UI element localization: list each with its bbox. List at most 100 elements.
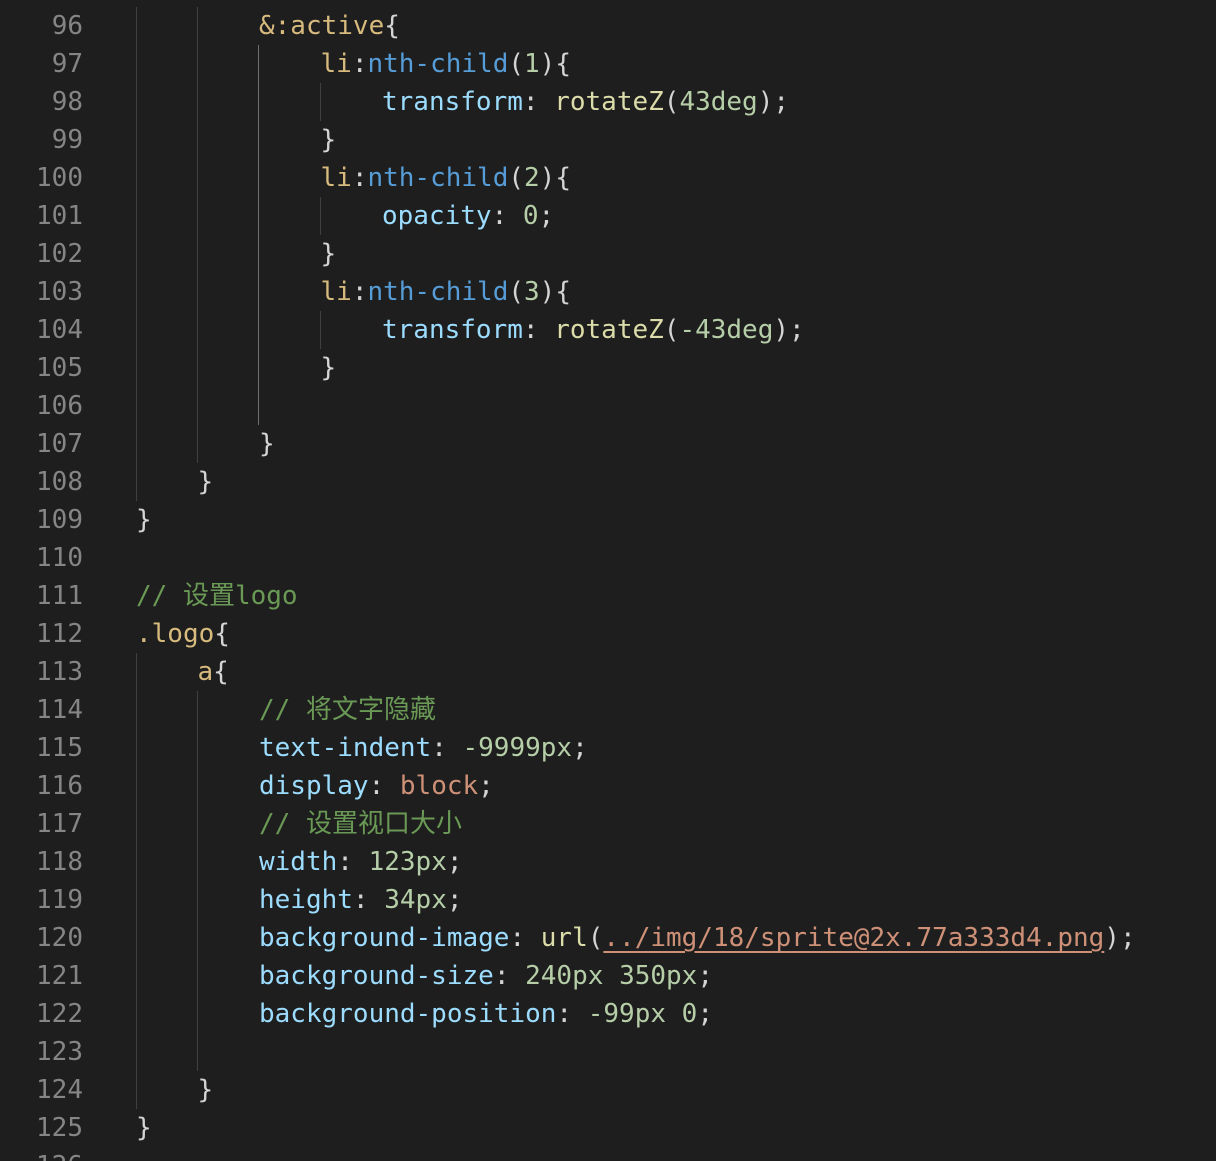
line-number: 107 bbox=[36, 429, 83, 459]
token-punct: : bbox=[522, 87, 555, 117]
code-text[interactable]: height: 34px; bbox=[259, 881, 463, 919]
token-punct: ; bbox=[446, 885, 463, 915]
token-punct: } bbox=[320, 239, 337, 269]
code-editor[interactable]: 96 &:active{97 li:nth-child(1){98 transform… bbox=[0, 0, 1216, 1161]
token-selector: .logo bbox=[136, 619, 215, 649]
token-str: block bbox=[399, 771, 479, 801]
code-line[interactable]: 118 width: 123px; bbox=[0, 843, 1216, 881]
code-line[interactable]: 99} bbox=[0, 121, 1216, 159]
token-prop: text-indent bbox=[259, 733, 432, 763]
token-num: 34px bbox=[384, 885, 447, 915]
code-text[interactable]: } bbox=[198, 463, 214, 501]
code-text[interactable]: } bbox=[321, 121, 337, 159]
code-text[interactable]: &:active{ bbox=[259, 7, 400, 45]
code-line[interactable]: 114 // 将文字隐藏 bbox=[0, 691, 1216, 729]
code-line[interactable]: 107} bbox=[0, 425, 1216, 463]
code-line[interactable]: 116 display: block; bbox=[0, 767, 1216, 805]
line-number: 101 bbox=[36, 201, 83, 231]
line-number: 112 bbox=[36, 619, 83, 649]
code-line[interactable]: 97 li:nth-child(1){ bbox=[0, 45, 1216, 83]
code-text[interactable]: background-size: 240px 350px; bbox=[259, 957, 713, 995]
line-number: 126 bbox=[0, 1147, 83, 1161]
code-line[interactable]: 113 a{ bbox=[0, 653, 1216, 691]
code-line[interactable]: 101 opacity: 0; bbox=[0, 197, 1216, 235]
code-line[interactable]: 103 li:nth-child(3){ bbox=[0, 273, 1216, 311]
code-text[interactable]: background-image: url(../img/18/sprite@2… bbox=[259, 919, 1136, 957]
code-text[interactable]: } bbox=[136, 501, 152, 539]
code-line[interactable]: 124} bbox=[0, 1071, 1216, 1109]
token-fn: url bbox=[540, 923, 588, 953]
code-line[interactable]: 98 transform: rotateZ(43deg); bbox=[0, 83, 1216, 121]
line-number: 106 bbox=[36, 391, 83, 421]
code-text[interactable]: li:nth-child(1){ bbox=[321, 45, 571, 83]
code-line[interactable]: 119 height: 34px; bbox=[0, 881, 1216, 919]
token-tag: li bbox=[320, 277, 352, 307]
token-comment: // 将文字隐藏 bbox=[259, 695, 436, 725]
token-punct: ); bbox=[1104, 923, 1136, 953]
line-number: 117 bbox=[36, 809, 83, 839]
token-punct: ; bbox=[538, 201, 555, 231]
token-tag: li bbox=[320, 163, 352, 193]
code-line[interactable]: 117 // 设置视口大小 bbox=[0, 805, 1216, 843]
code-line[interactable]: 121 background-size: 240px 350px; bbox=[0, 957, 1216, 995]
code-line[interactable]: 100 li:nth-child(2){ bbox=[0, 159, 1216, 197]
token-punct: { bbox=[214, 619, 230, 649]
line-number: 115 bbox=[36, 733, 83, 763]
code-line[interactable]: 122 background-position: -99px 0; bbox=[0, 995, 1216, 1033]
code-line[interactable]: 120 background-image: url(../img/18/sprit… bbox=[0, 919, 1216, 957]
token-link[interactable]: ../img/18/sprite@2x.77a333d4.png bbox=[603, 923, 1104, 953]
code-text[interactable]: // 设置logo bbox=[136, 577, 298, 615]
code-text[interactable]: } bbox=[321, 349, 337, 387]
code-line[interactable]: 123 bbox=[0, 1033, 1216, 1071]
code-text[interactable]: } bbox=[259, 425, 275, 463]
code-line[interactable]: 111 // 设置logo bbox=[0, 577, 1216, 615]
line-number: 99 bbox=[51, 125, 83, 155]
code-text[interactable]: // 设置视口大小 bbox=[259, 805, 462, 843]
token-punct: } bbox=[197, 1075, 214, 1105]
token-punct: ); bbox=[773, 315, 805, 345]
token-comment: // 设置视口大小 bbox=[259, 809, 462, 839]
code-line[interactable]: 108} bbox=[0, 463, 1216, 501]
line-number: 125 bbox=[36, 1113, 83, 1143]
code-text[interactable]: li:nth-child(2){ bbox=[321, 159, 571, 197]
code-line[interactable]: 106 bbox=[0, 387, 1216, 425]
code-line[interactable]: 126 bbox=[0, 1147, 1216, 1161]
code-text[interactable]: a{ bbox=[198, 653, 229, 691]
code-line[interactable]: 112 .logo{ bbox=[0, 615, 1216, 653]
line-number: 104 bbox=[36, 315, 83, 345]
code-text[interactable]: transform: rotateZ(43deg); bbox=[382, 83, 789, 121]
line-number: 114 bbox=[36, 695, 83, 725]
code-text[interactable]: transform: rotateZ(-43deg); bbox=[382, 311, 805, 349]
line-number: 118 bbox=[36, 847, 83, 877]
token-num: -43deg bbox=[679, 315, 774, 345]
code-line[interactable]: 96 &:active{ bbox=[0, 7, 1216, 45]
code-text[interactable]: .logo{ bbox=[136, 615, 230, 653]
code-text[interactable]: // 将文字隐藏 bbox=[259, 691, 436, 729]
token-prop: background-position bbox=[259, 999, 557, 1029]
token-num: 2 bbox=[524, 163, 540, 193]
code-text[interactable]: } bbox=[321, 235, 337, 273]
line-number: 124 bbox=[36, 1075, 83, 1105]
code-line[interactable]: 102} bbox=[0, 235, 1216, 273]
code-text[interactable]: display: block; bbox=[259, 767, 494, 805]
code-line[interactable]: 110 bbox=[0, 539, 1216, 577]
code-line[interactable]: 109} bbox=[0, 501, 1216, 539]
code-text[interactable]: width: 123px; bbox=[259, 843, 463, 881]
code-text[interactable]: } bbox=[198, 1071, 214, 1109]
code-text[interactable]: text-indent: -9999px; bbox=[259, 729, 588, 767]
code-line[interactable]: 105} bbox=[0, 349, 1216, 387]
code-text[interactable]: background-position: -99px 0; bbox=[259, 995, 713, 1033]
token-punct: ){ bbox=[539, 163, 571, 193]
token-punct: : bbox=[556, 999, 588, 1029]
code-line[interactable]: 125} bbox=[0, 1109, 1216, 1147]
code-text[interactable]: opacity: 0; bbox=[382, 197, 554, 235]
token-punct: : bbox=[351, 49, 368, 79]
line-number: 121 bbox=[36, 961, 83, 991]
code-line[interactable]: 115 text-indent: -9999px; bbox=[0, 729, 1216, 767]
token-punct: : bbox=[509, 923, 541, 953]
token-punct: } bbox=[197, 467, 214, 497]
code-text[interactable]: li:nth-child(3){ bbox=[321, 273, 571, 311]
code-line[interactable]: 104 transform: rotateZ(-43deg); bbox=[0, 311, 1216, 349]
code-text[interactable]: } bbox=[136, 1109, 152, 1147]
token-prop: background-size bbox=[259, 961, 494, 991]
